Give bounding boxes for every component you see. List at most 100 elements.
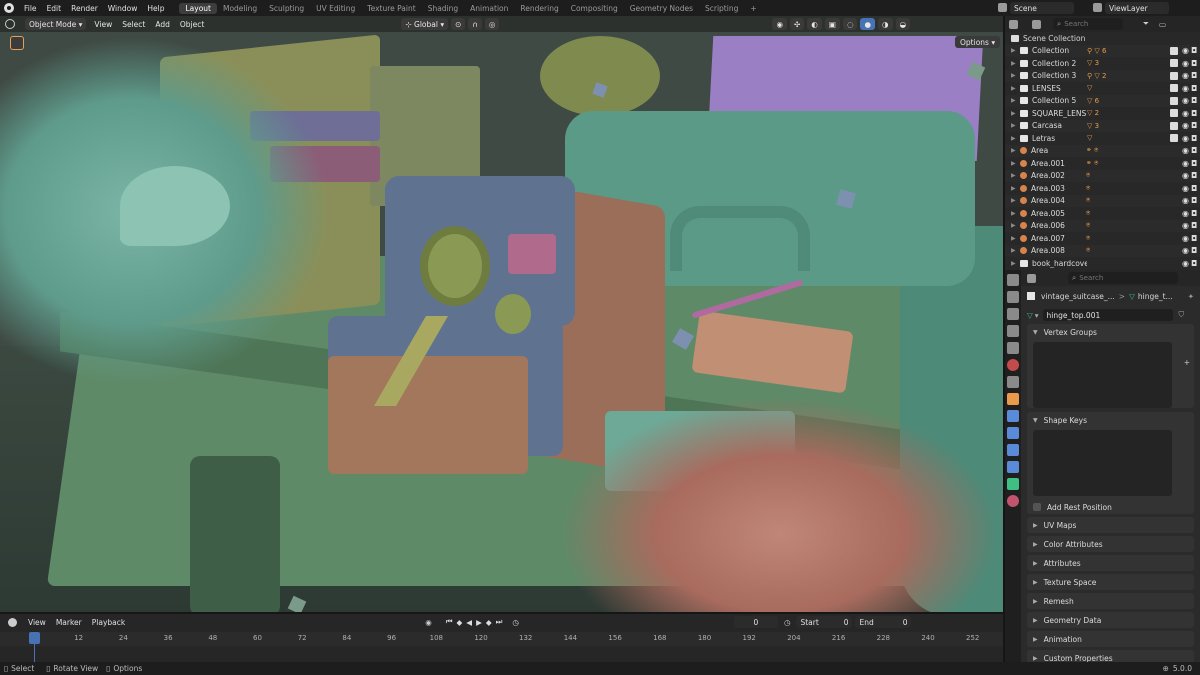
outliner-root[interactable]: Scene Collection bbox=[1005, 32, 1200, 45]
scene-tab-icon[interactable] bbox=[1007, 342, 1019, 354]
eye-icon[interactable]: ◉ bbox=[1182, 146, 1191, 155]
outliner-row[interactable]: ▶ Collection 3 ⚲ ▽ 2 ◉ ◘ bbox=[1005, 69, 1200, 82]
expand-right-icon[interactable]: ▶ bbox=[1011, 60, 1020, 67]
shading-material-button[interactable]: ◑ bbox=[878, 18, 893, 30]
camera-render-icon[interactable]: ◘ bbox=[1191, 196, 1200, 205]
outliner-row[interactable]: ▶ Area.008 ⍟ ◉ ◘ bbox=[1005, 244, 1200, 257]
jump-start-icon[interactable]: ⏮ bbox=[446, 617, 453, 627]
view-layer-selector[interactable]: ViewLayer bbox=[1105, 2, 1169, 14]
exclude-checkbox[interactable] bbox=[1170, 134, 1178, 143]
exclude-checkbox[interactable] bbox=[1170, 84, 1178, 93]
camera-render-icon[interactable]: ◘ bbox=[1191, 96, 1200, 105]
expand-right-icon[interactable]: ▶ bbox=[1011, 160, 1020, 167]
data-tab-icon[interactable] bbox=[1007, 478, 1019, 490]
outliner-row[interactable]: ▶ Area.004 ⍟ ◉ ◘ bbox=[1005, 194, 1200, 207]
playhead[interactable] bbox=[29, 632, 40, 644]
new-collection-icon[interactable]: ▭ bbox=[1159, 20, 1166, 29]
collapsed-panel[interactable]: ▶ Texture Space bbox=[1027, 574, 1194, 590]
properties-editor-icon[interactable] bbox=[1027, 273, 1036, 283]
collapsed-panel[interactable]: ▶ Geometry Data bbox=[1027, 612, 1194, 628]
menu-object[interactable]: Object bbox=[175, 20, 209, 29]
expand-right-icon[interactable]: ▶ bbox=[1011, 110, 1020, 117]
visibility-selector[interactable]: ◉ bbox=[772, 18, 787, 30]
world-tab-icon[interactable] bbox=[1007, 359, 1019, 371]
eye-icon[interactable]: ◉ bbox=[1182, 121, 1191, 130]
outliner-row[interactable]: ▶ Area.002 ⍟ ◉ ◘ bbox=[1005, 169, 1200, 182]
exclude-checkbox[interactable] bbox=[1170, 109, 1178, 118]
tab-layout[interactable]: Layout bbox=[179, 2, 217, 14]
fake-user-shield-icon[interactable]: ⛉ bbox=[1179, 310, 1185, 320]
play-reverse-icon[interactable]: ◀ bbox=[466, 618, 472, 627]
overlay-toggle[interactable]: ◐ bbox=[807, 18, 822, 30]
eye-icon[interactable]: ◉ bbox=[1182, 96, 1191, 105]
tab-uv-editing[interactable]: UV Editing bbox=[310, 3, 361, 14]
eye-icon[interactable]: ◉ bbox=[1182, 134, 1191, 143]
camera-render-icon[interactable]: ◘ bbox=[1191, 146, 1200, 155]
expand-right-icon[interactable]: ▶ bbox=[1011, 147, 1020, 154]
render-tab-icon[interactable] bbox=[1007, 291, 1019, 303]
filter-icon[interactable]: ⏷ bbox=[1143, 19, 1149, 29]
tab-compositing[interactable]: Compositing bbox=[565, 3, 624, 14]
vertex-groups-list[interactable] bbox=[1033, 342, 1172, 408]
current-frame-field[interactable]: 0 bbox=[733, 616, 778, 628]
eye-icon[interactable]: ◉ bbox=[1182, 184, 1191, 193]
eye-icon[interactable]: ◉ bbox=[1182, 46, 1191, 55]
eye-icon[interactable]: ◉ bbox=[1182, 171, 1191, 180]
expand-right-icon[interactable]: ▶ bbox=[1011, 210, 1020, 217]
tab-modeling[interactable]: Modeling bbox=[217, 3, 263, 14]
outliner-row[interactable]: ▶ Carcasa ▽ 3 ◉ ◘ bbox=[1005, 119, 1200, 132]
properties-search[interactable]: ⌕ bbox=[1068, 272, 1178, 284]
tab-animation[interactable]: Animation bbox=[464, 3, 514, 14]
options-button[interactable]: Options ▾ bbox=[955, 36, 1001, 48]
collapsed-panel[interactable]: ▶ Animation bbox=[1027, 631, 1194, 647]
expand-right-icon[interactable]: ▶ bbox=[1011, 172, 1020, 179]
outliner-row[interactable]: ▶ Area.003 ⍟ ◉ ◘ bbox=[1005, 182, 1200, 195]
camera-render-icon[interactable]: ◘ bbox=[1191, 134, 1200, 143]
physics-tab-icon[interactable] bbox=[1007, 444, 1019, 456]
expand-right-icon[interactable]: ▶ bbox=[1011, 235, 1020, 242]
camera-render-icon[interactable]: ◘ bbox=[1191, 171, 1200, 180]
expand-right-icon[interactable]: ▶ bbox=[1011, 222, 1020, 229]
exclude-checkbox[interactable] bbox=[1170, 96, 1178, 105]
expand-right-icon[interactable]: ▶ bbox=[1011, 85, 1020, 92]
eye-icon[interactable]: ◉ bbox=[1182, 259, 1191, 268]
transform-orientation-selector[interactable]: ⊹ Global ▾ bbox=[401, 18, 449, 30]
collapsed-panel[interactable]: ▶ Attributes bbox=[1027, 555, 1194, 571]
end-frame-field[interactable]: End 0 bbox=[855, 616, 912, 628]
eye-icon[interactable]: ◉ bbox=[1182, 71, 1191, 80]
timeline-menu-view[interactable]: View bbox=[23, 618, 51, 627]
clock-icon[interactable]: ◷ bbox=[784, 618, 791, 627]
eye-icon[interactable]: ◉ bbox=[1182, 84, 1191, 93]
eye-icon[interactable]: ◉ bbox=[1182, 221, 1191, 230]
menu-file[interactable]: File bbox=[19, 4, 42, 13]
menu-select[interactable]: Select bbox=[117, 20, 150, 29]
eye-icon[interactable]: ◉ bbox=[1182, 59, 1191, 68]
exclude-checkbox[interactable] bbox=[1170, 71, 1178, 80]
tab-sculpting[interactable]: Sculpting bbox=[263, 3, 310, 14]
menu-window[interactable]: Window bbox=[103, 4, 143, 13]
auto-keying-icon[interactable]: ◷ bbox=[512, 618, 519, 627]
outliner-row[interactable]: ▶ LENSES ▽ ◉ ◘ bbox=[1005, 82, 1200, 95]
tab-rendering[interactable]: Rendering bbox=[514, 3, 564, 14]
pivot-point-selector[interactable]: ⊙ bbox=[451, 18, 466, 30]
add-vertex-group-icon[interactable]: + bbox=[1184, 358, 1190, 367]
camera-render-icon[interactable]: ◘ bbox=[1191, 184, 1200, 193]
record-icon[interactable]: ◉ bbox=[425, 618, 432, 627]
outliner-row[interactable]: ▶ Collection 5 ▽ 6 ◉ ◘ bbox=[1005, 94, 1200, 107]
timeline-editor-icon[interactable] bbox=[8, 617, 17, 627]
eye-icon[interactable]: ◉ bbox=[1182, 209, 1191, 218]
view-layer-tab-icon[interactable] bbox=[1007, 325, 1019, 337]
frame-ruler[interactable]: 0122436486072849610812013214415616818019… bbox=[0, 632, 1003, 646]
tool-tab-icon[interactable] bbox=[1007, 274, 1019, 286]
outliner-row[interactable]: ▶ Letras ▽ ◉ ◘ bbox=[1005, 132, 1200, 145]
jump-end-icon[interactable]: ⏭ bbox=[496, 617, 503, 627]
object-tab-icon[interactable] bbox=[1007, 393, 1019, 405]
collection-tab-icon[interactable] bbox=[1007, 376, 1019, 388]
camera-render-icon[interactable]: ◘ bbox=[1191, 234, 1200, 243]
camera-render-icon[interactable]: ◘ bbox=[1191, 259, 1200, 268]
collapsed-panel[interactable]: ▶ Color Attributes bbox=[1027, 536, 1194, 552]
eye-icon[interactable]: ◉ bbox=[1182, 109, 1191, 118]
expand-right-icon[interactable]: ▶ bbox=[1011, 247, 1020, 254]
eye-icon[interactable]: ◉ bbox=[1182, 234, 1191, 243]
mesh-name-field[interactable]: hinge_top.001 bbox=[1042, 309, 1173, 321]
